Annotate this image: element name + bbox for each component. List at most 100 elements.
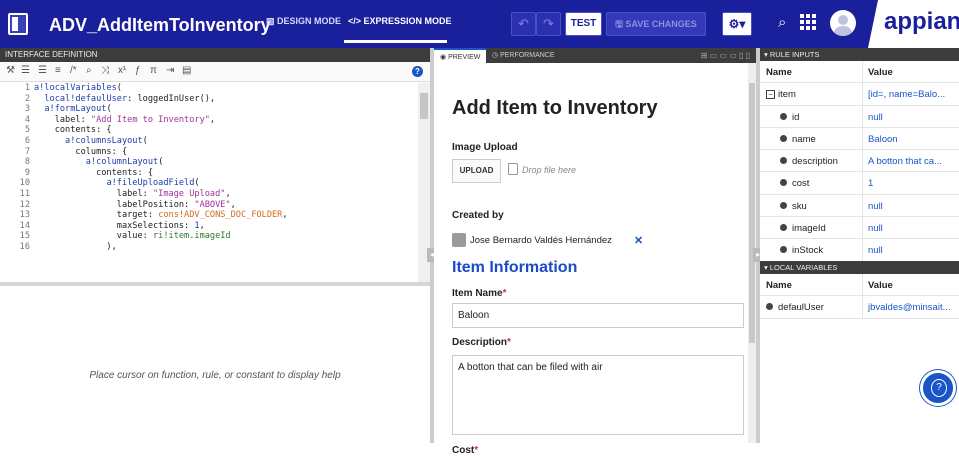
code-text: labelPosition: "ABOVE",: [34, 199, 236, 210]
rule-input-row[interactable]: − item [id=, name=Balo...: [760, 83, 959, 106]
rule-input-row[interactable]: inStock null: [760, 239, 959, 262]
expression-mode-label: EXPRESSION MODE: [363, 16, 452, 26]
local-variable-row[interactable]: defaulUser jbvaldes@minsait...: [760, 296, 959, 319]
comment-icon[interactable]: /*: [70, 65, 77, 76]
tab-preview[interactable]: ◉ PREVIEW: [434, 48, 487, 63]
rule-input-value[interactable]: Baloon: [868, 134, 958, 145]
code-line[interactable]: 4 label: "Add Item to Inventory",: [0, 115, 418, 126]
gear-icon: ⚙: [728, 17, 740, 31]
design-mode-tab[interactable]: ▧ DESIGN MODE: [266, 16, 341, 27]
rule-input-value[interactable]: null: [868, 223, 958, 234]
code-line[interactable]: 1 a!localVariables(: [0, 83, 418, 94]
interface-object-icon: [8, 13, 28, 35]
rule-input-row[interactable]: name Baloon: [760, 127, 959, 151]
code-line[interactable]: 12 labelPosition: "ABOVE",: [0, 200, 418, 211]
pane-divider[interactable]: [0, 282, 430, 286]
code-line[interactable]: 7 columns: {: [0, 147, 418, 158]
column-divider: [862, 217, 863, 239]
apps-grid-icon[interactable]: [800, 14, 816, 30]
list-icon[interactable]: ≡: [55, 65, 61, 76]
test-button[interactable]: TEST: [565, 12, 602, 36]
description-textarea[interactable]: A botton that can be filed with air: [452, 355, 744, 435]
code-text: columns: {: [34, 146, 128, 157]
code-line[interactable]: 6 a!columnsLayout(: [0, 136, 418, 147]
outdent-icon[interactable]: ☰: [38, 65, 47, 76]
code-text: a!formLayout(: [44, 104, 112, 115]
line-number: 3: [24, 104, 30, 115]
help-placeholder: Place cursor on function, rule, or const…: [89, 370, 341, 381]
rule-input-row[interactable]: sku null: [760, 194, 959, 218]
inputs-panel: ▾ RULE INPUTS Name Value − item [id=, name…: [760, 48, 959, 443]
user-avatar[interactable]: [830, 10, 856, 36]
save-changes-button[interactable]: 🖫 SAVE CHANGES: [606, 12, 706, 36]
rule-input-name: description: [780, 156, 838, 167]
code-line[interactable]: 2 local!defaulUser: loggedInUser(),: [0, 94, 418, 105]
device-size-icons[interactable]: ⊞ ▭ ▭ ▭ ▯ ▯: [701, 51, 750, 60]
field-dot-icon: [766, 303, 773, 311]
rule-input-value[interactable]: null: [868, 245, 958, 256]
replace-icon[interactable]: ⤨: [101, 65, 109, 76]
settings-menu-button[interactable]: ⚙▾: [722, 12, 752, 36]
superscript-icon[interactable]: x¹: [118, 65, 126, 76]
eye-icon: ◉: [440, 54, 449, 61]
rule-input-value[interactable]: null: [868, 201, 958, 212]
rule-input-row[interactable]: description A botton that ca...: [760, 150, 959, 173]
code-line[interactable]: 5 contents: {: [0, 125, 418, 136]
local-variables-header[interactable]: ▾ LOCAL VARIABLES: [760, 261, 959, 274]
undo-button[interactable]: ↶: [511, 12, 536, 36]
code-line[interactable]: 16 ),: [0, 242, 418, 253]
code-line[interactable]: 11 label: "Image Upload",: [0, 189, 418, 200]
code-text: label: "Image Upload",: [34, 188, 231, 199]
code-line[interactable]: 9 contents: {: [0, 168, 418, 179]
redo-button[interactable]: ↷: [536, 12, 561, 36]
item-name-input[interactable]: Baloon: [452, 303, 744, 328]
indent-icon[interactable]: ☰: [21, 65, 30, 76]
code-line[interactable]: 15 value: ri!item.imageId: [0, 231, 418, 242]
code-text: maxSelections: 1,: [34, 220, 205, 231]
rule-input-value[interactable]: null: [868, 112, 958, 123]
rule-input-value[interactable]: 1: [868, 178, 958, 189]
required-marker: *: [474, 445, 479, 456]
code-line[interactable]: 10 a!fileUploadField(: [0, 178, 418, 189]
help-fab-button[interactable]: [920, 370, 956, 406]
rule-inputs-header[interactable]: ▾ RULE INPUTS: [760, 48, 959, 61]
remove-user-icon[interactable]: ✕: [634, 234, 643, 247]
local-variable-value[interactable]: jbvaldes@minsait...: [868, 302, 958, 313]
format-icon[interactable]: ⚒: [6, 65, 15, 76]
tab-performance[interactable]: ◷ PERFORMANCE: [486, 48, 561, 63]
code-line[interactable]: 14 maxSelections: 1,: [0, 221, 418, 232]
col-name: Name: [766, 280, 792, 291]
expression-mode-tab[interactable]: </> EXPRESSION MODE: [348, 16, 452, 26]
cost-label-text: Cost: [452, 445, 475, 456]
insert-icon[interactable]: ⇥: [166, 65, 174, 76]
find-icon[interactable]: ⌕: [778, 14, 786, 31]
code-line[interactable]: 3 a!formLayout(: [0, 104, 418, 115]
column-divider: [862, 127, 863, 150]
document-icon[interactable]: ▤: [182, 65, 191, 76]
code-text: a!localVariables(: [34, 83, 122, 93]
rule-input-name-text: imageId: [792, 223, 826, 235]
rule-input-row[interactable]: cost 1: [760, 172, 959, 195]
search-icon[interactable]: ⌕: [86, 65, 92, 76]
rule-input-row[interactable]: id null: [760, 105, 959, 128]
tab-preview-label: PREVIEW: [448, 54, 481, 61]
code-line[interactable]: 8 a!columnLayout(: [0, 157, 418, 168]
code-text: ),: [34, 241, 117, 252]
code-line[interactable]: 13 target: cons!ADV_CONS_DOC_FOLDER,: [0, 210, 418, 221]
upload-button[interactable]: UPLOAD: [452, 159, 501, 183]
rule-input-name-text: sku: [792, 200, 807, 212]
collapse-row-icon[interactable]: −: [766, 90, 775, 100]
design-mode-icon: ▧: [266, 16, 278, 26]
rule-input-value[interactable]: [id=, name=Balo...: [868, 89, 958, 100]
drop-zone-text[interactable]: Drop file here: [522, 165, 576, 175]
code-editor[interactable]: 1 a!localVariables(2 local!defaulUser: lo…: [0, 83, 418, 282]
pi-icon[interactable]: π: [150, 65, 157, 76]
col-value: Value: [868, 280, 893, 291]
help-icon[interactable]: ?: [412, 66, 423, 77]
rule-input-value[interactable]: A botton that ca...: [868, 156, 958, 167]
field-dot-icon: [780, 246, 787, 254]
rule-input-row[interactable]: imageId null: [760, 217, 959, 240]
field-dot-icon: [780, 134, 787, 142]
function-icon[interactable]: ƒ: [135, 65, 141, 76]
line-number: 4: [24, 114, 30, 125]
